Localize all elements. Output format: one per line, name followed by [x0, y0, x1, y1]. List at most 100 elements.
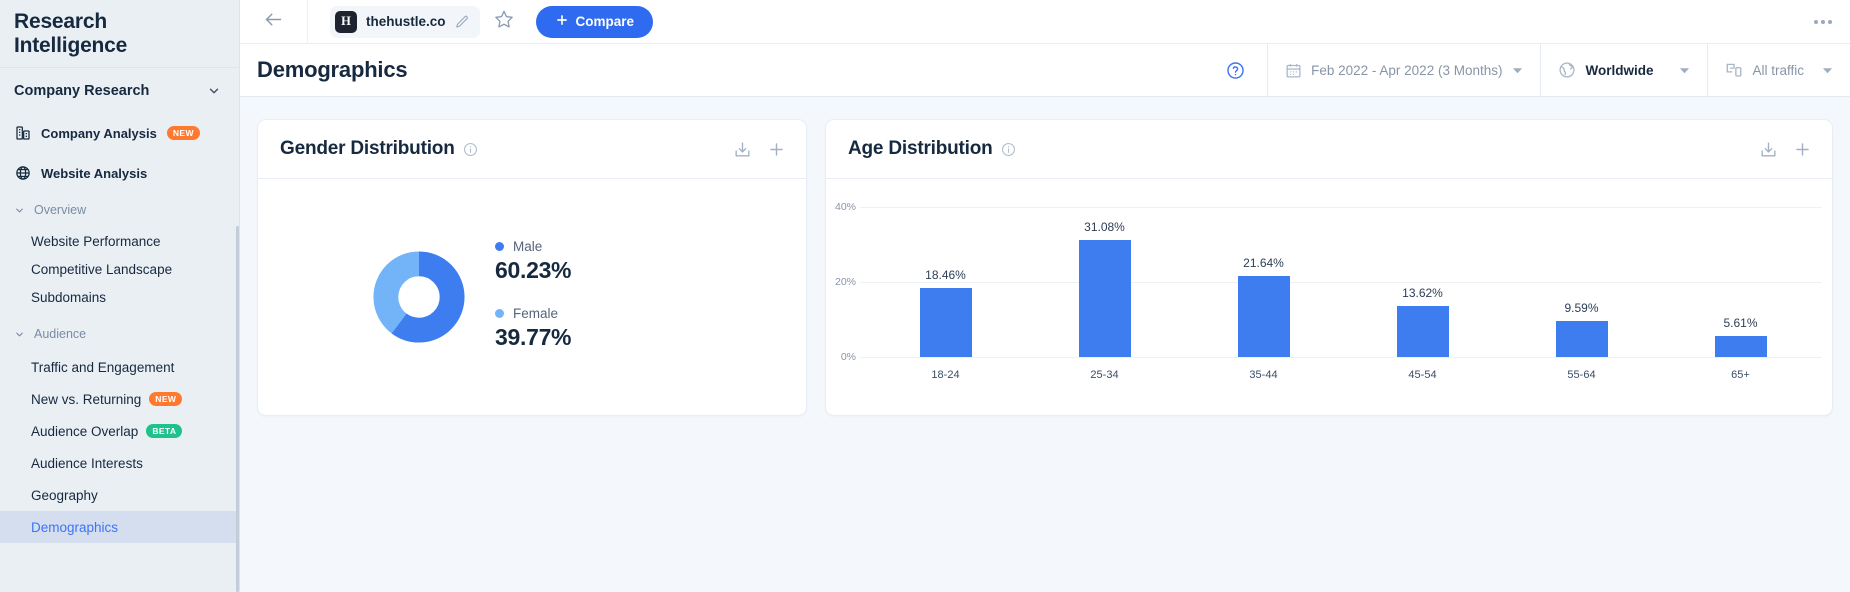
globe-icon	[1558, 61, 1576, 79]
bar[interactable]	[1714, 335, 1767, 357]
arrow-left-icon	[263, 9, 284, 35]
badge-new: NEW	[166, 126, 200, 140]
sidebar-item-website-performance[interactable]: Website Performance	[0, 227, 239, 255]
sidebar-item-subdomains[interactable]: Subdomains	[0, 283, 239, 311]
bar-group[interactable]: 31.08% 25-34	[1025, 179, 1184, 415]
traffic-filter[interactable]: All traffic	[1707, 43, 1850, 97]
sidebar-item-label: Audience Interests	[31, 455, 143, 471]
sidebar-item-label: Subdomains	[31, 289, 107, 305]
bar-value-label: 21.64%	[1243, 255, 1284, 270]
bar-group[interactable]: 9.59% 55-64	[1502, 179, 1661, 415]
sidebar-item-geography[interactable]: Geography	[0, 479, 239, 511]
main-area: H thehustle.co Compare Demographics Feb …	[240, 0, 1850, 592]
sidebar-item-traffic-and-engagement[interactable]: Traffic and Engagement	[0, 351, 239, 383]
date-range-filter[interactable]: Feb 2022 - Apr 2022 (3 Months)	[1267, 43, 1540, 97]
gender-legend: Male 60.23% Female 39.77%	[495, 239, 572, 355]
legend-item-female: Female 39.77%	[495, 306, 572, 351]
brand: Research Intelligence	[0, 0, 239, 68]
x-axis-tick-label: 25-34	[1090, 369, 1119, 381]
bar-group[interactable]: 5.61% 65+	[1661, 179, 1820, 415]
y-axis-tick-label: 0%	[840, 351, 856, 363]
legend-item-male: Male 60.23%	[495, 239, 572, 284]
sidebar-item-competitive-landscape[interactable]: Competitive Landscape	[0, 255, 239, 283]
bar-value-label: 9.59%	[1564, 301, 1599, 316]
calendar-icon	[1285, 62, 1302, 79]
question-circle-icon[interactable]	[1226, 61, 1245, 80]
download-icon[interactable]	[1759, 140, 1778, 159]
sidebar-item-company-analysis[interactable]: Company Analysis NEW	[0, 113, 239, 153]
sidebar-group-audience[interactable]: Audience	[0, 317, 239, 351]
bar-group[interactable]: 18.46% 18-24	[866, 179, 1025, 415]
info-icon[interactable]	[1001, 142, 1016, 157]
building-icon	[14, 125, 31, 142]
x-axis-tick-label: 35-44	[1249, 369, 1278, 381]
sidebar: Research Intelligence Company Research C…	[0, 0, 240, 592]
sidebar-group-label: Overview	[34, 203, 87, 217]
more-horizontal-icon[interactable]	[1814, 19, 1832, 24]
legend-label-female: Female	[513, 306, 559, 321]
plus-icon[interactable]	[1793, 140, 1812, 159]
sidebar-item-label: Demographics	[31, 519, 119, 535]
gender-donut-chart	[373, 251, 465, 343]
y-axis-tick-label: 20%	[834, 276, 856, 288]
chevron-down-icon	[207, 84, 221, 98]
chevron-down-icon	[1679, 65, 1690, 76]
chevron-down-icon	[1822, 65, 1833, 76]
sidebar-item-label: Company Analysis	[41, 125, 157, 141]
sidebar-item-label: Traffic and Engagement	[31, 359, 175, 375]
bar[interactable]	[1078, 240, 1131, 357]
app-root: Research Intelligence Company Research C…	[0, 0, 1850, 592]
bar[interactable]	[1396, 305, 1449, 357]
sidebar-item-new-vs-returning[interactable]: New vs. Returning NEW	[0, 383, 239, 415]
traffic-value: All traffic	[1752, 62, 1804, 78]
pencil-icon[interactable]	[455, 15, 469, 29]
bars-container: 18.46% 18-24 31.08% 25-34 21.64% 35-44 13.62% 4…	[866, 179, 1820, 415]
content-area: Gender Distribution Male 60.23% Female 3…	[240, 97, 1850, 592]
sidebar-item-label: New vs. Returning	[31, 391, 142, 407]
site-chip[interactable]: H thehustle.co	[330, 5, 480, 38]
star-icon	[494, 9, 514, 34]
plus-icon[interactable]	[767, 140, 786, 159]
bar[interactable]	[919, 287, 972, 357]
x-axis-tick-label: 45-54	[1408, 369, 1437, 381]
legend-value-male: 60.23%	[495, 257, 572, 283]
bar-value-label: 18.46%	[925, 267, 966, 282]
info-icon[interactable]	[463, 142, 478, 157]
favorite-star-button[interactable]	[494, 9, 514, 34]
bar-group[interactable]: 21.64% 35-44	[1184, 179, 1343, 415]
legend-dot-male	[495, 242, 504, 251]
chevron-down-icon	[14, 329, 25, 340]
card-header: Gender Distribution	[258, 120, 806, 179]
bar[interactable]	[1237, 275, 1290, 357]
back-button[interactable]	[240, 0, 308, 44]
date-range-value: Feb 2022 - Apr 2022 (3 Months)	[1311, 62, 1503, 78]
card-title: Age Distribution	[848, 138, 993, 159]
x-axis-tick-label: 65+	[1731, 369, 1750, 381]
card-header: Age Distribution	[826, 120, 1832, 179]
bar[interactable]	[1555, 321, 1608, 357]
chevron-down-icon	[14, 205, 25, 216]
sidebar-item-label: Audience Overlap	[31, 423, 139, 439]
download-icon[interactable]	[733, 140, 752, 159]
sidebar-scrollbar[interactable]	[236, 226, 239, 592]
x-axis-tick-label: 18-24	[931, 369, 960, 381]
sidebar-group-overview[interactable]: Overview	[0, 193, 239, 227]
age-bar-chart: 0% 20% 40% 18.46% 18-24 31.08% 25-34 21.64% 35-4…	[826, 179, 1832, 415]
sidebar-section-company-research[interactable]: Company Research	[0, 68, 239, 113]
sidebar-item-label: Website Performance	[31, 233, 161, 249]
brand-title: Research Intelligence	[14, 9, 128, 57]
bar-value-label: 31.08%	[1084, 220, 1125, 235]
gender-distribution-card: Gender Distribution Male 60.23% Female 3…	[257, 119, 807, 416]
badge-beta: BETA	[146, 424, 183, 438]
geography-filter[interactable]: Worldwide	[1540, 43, 1707, 97]
compare-button[interactable]: Compare	[535, 5, 654, 38]
y-axis-tick-label: 40%	[834, 201, 856, 213]
age-chart-body: 0% 20% 40% 18.46% 18-24 31.08% 25-34 21.64% 35-4…	[826, 179, 1832, 415]
bar-group[interactable]: 13.62% 45-54	[1343, 179, 1502, 415]
sidebar-item-audience-interests[interactable]: Audience Interests	[0, 447, 239, 479]
compare-button-label: Compare	[575, 14, 635, 29]
sidebar-item-demographics[interactable]: Demographics	[0, 511, 239, 543]
sidebar-item-website-analysis[interactable]: Website Analysis	[0, 153, 239, 193]
chevron-down-icon	[1512, 65, 1523, 76]
sidebar-item-audience-overlap[interactable]: Audience Overlap BETA	[0, 415, 239, 447]
